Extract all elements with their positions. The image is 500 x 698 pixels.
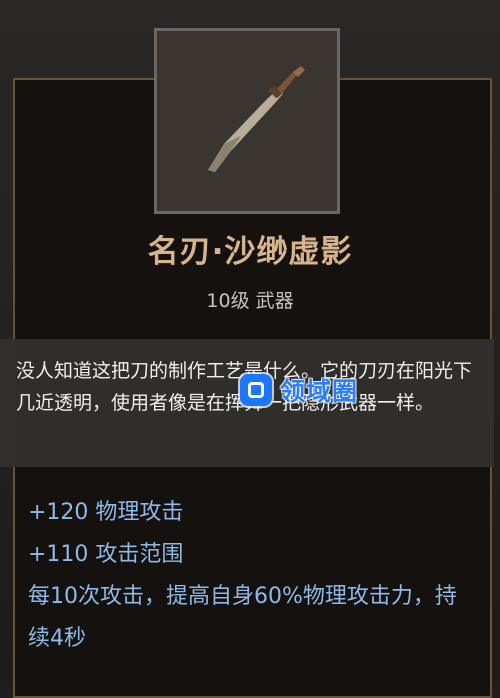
watermark: 领域圈 (240, 372, 358, 408)
stat-attack-range: +110 攻击范围 (28, 542, 184, 567)
item-name: 名刃·沙缈虚影 (147, 234, 353, 270)
stats-block: +120 物理攻击 +110 攻击范围 每10次攻击，提高自身60%物理攻击力，… (28, 492, 473, 660)
stat-physical-attack: +120 物理攻击 (28, 500, 184, 525)
sword-icon (208, 66, 305, 172)
watermark-logo-icon (240, 374, 272, 406)
item-icon-frame (154, 28, 340, 214)
watermark-text: 领域圈 (280, 377, 359, 406)
item-level-type: 10级 武器 (206, 290, 294, 312)
stat-passive-effect: 每10次攻击，提高自身60%物理攻击力，持续4秒 (28, 584, 457, 651)
